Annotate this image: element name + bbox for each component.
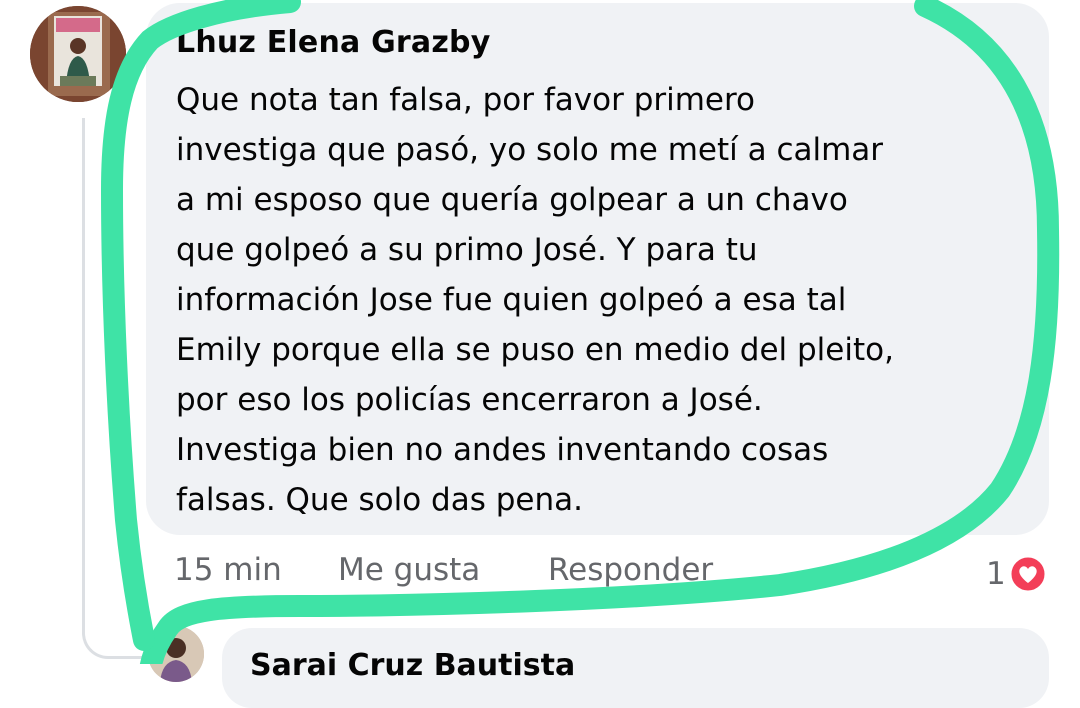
comment-text: Que nota tan falsa, por favor primero in…: [176, 75, 1026, 525]
reply-button[interactable]: Responder: [548, 552, 713, 588]
love-reaction-icon: [1008, 554, 1048, 594]
like-button[interactable]: Me gusta: [338, 552, 480, 588]
reply-comment-author[interactable]: Sarai Cruz Bautista: [250, 648, 575, 683]
comment-author[interactable]: Lhuz Elena Grazby: [176, 25, 490, 60]
comment-line: información Jose fue quien golpeó a esa …: [176, 282, 847, 318]
comment-line: que golpeó a su primo José. Y para tu: [176, 232, 758, 268]
comment-line: Emily porque ella se puso en medio del p…: [176, 332, 894, 368]
comment-line: falsas. Que solo das pena.: [176, 482, 583, 518]
comment-actions: 15 min Me gusta Responder: [0, 552, 1080, 596]
comment-line: a mi esposo que quería golpear a un chav…: [176, 182, 848, 218]
comment-timestamp[interactable]: 15 min: [174, 552, 282, 588]
comment-line: investiga que pasó, yo solo me metí a ca…: [176, 132, 884, 168]
avatar-photo: [30, 6, 126, 102]
reaction-summary[interactable]: 1: [986, 552, 1048, 596]
comment-line: por eso los policías encerraron a José.: [176, 382, 763, 418]
avatar[interactable]: [148, 626, 204, 682]
reply-comment-bubble: Sarai Cruz Bautista: [222, 628, 1049, 708]
comment-bubble: Lhuz Elena Grazby Que nota tan falsa, po…: [146, 3, 1049, 535]
reaction-count: 1: [986, 556, 1006, 592]
comment-line: Que nota tan falsa, por favor primero: [176, 82, 756, 118]
comment-line: Investiga bien no andes inventando cosas: [176, 432, 829, 468]
avatar-photo: [148, 626, 204, 682]
avatar[interactable]: [30, 6, 126, 102]
